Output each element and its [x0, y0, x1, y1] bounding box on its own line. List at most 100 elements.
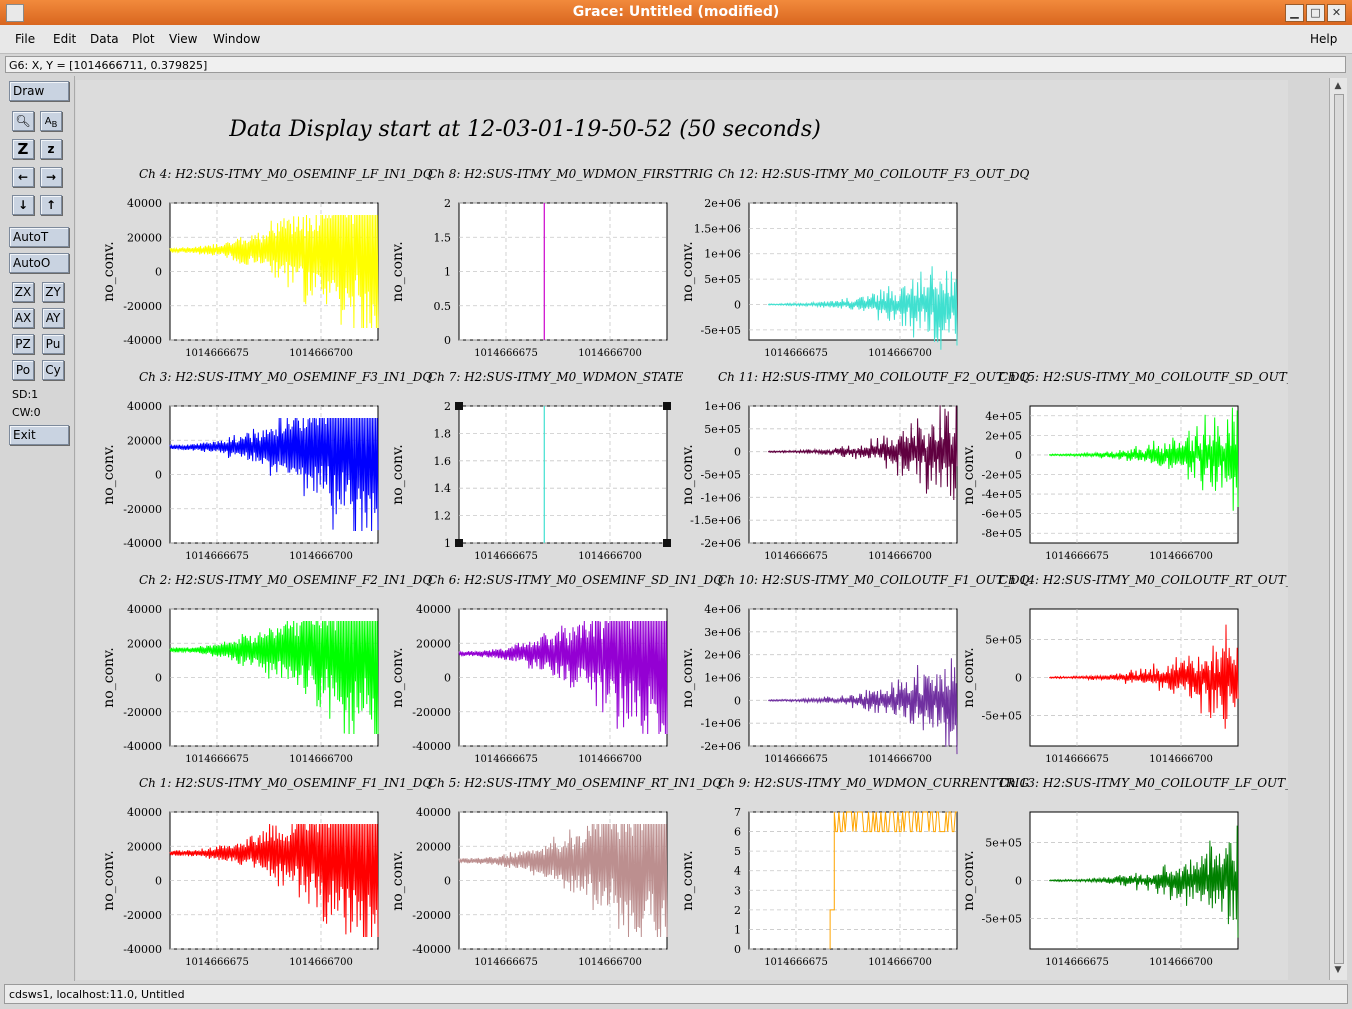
menu-help[interactable]: Help	[1310, 32, 1337, 46]
y-tick-label: 20000	[127, 840, 162, 853]
graph-frame[interactable]	[458, 405, 668, 544]
x-tick-label: 1014666700	[578, 551, 642, 562]
zx-button[interactable]: ZX	[12, 282, 34, 302]
selection-handle[interactable]	[455, 402, 463, 410]
scroll-track[interactable]	[1334, 94, 1344, 964]
menu-view[interactable]: View	[169, 32, 197, 46]
y-tick-label: 40000	[127, 806, 162, 819]
y-tick-label: 2e+06	[704, 649, 741, 662]
menubar: File Edit Data Plot View Window Help	[0, 25, 1352, 54]
y-tick-label: 0	[1015, 449, 1022, 462]
window-title: Grace: Untitled (modified)	[572, 4, 780, 20]
y-axis-label: no_conv.	[961, 444, 977, 504]
arrow-down-icon[interactable]: ↓	[12, 195, 34, 215]
graph-g11[interactable]: Ch 1: H2:SUS-ITMY_M0_OSEMINF_F1_IN1_DQ 40…	[101, 776, 432, 968]
graph-g13[interactable]: Ch 9: H2:SUS-ITMY_M0_WDMON_CURRENTTRIG 7 6…	[680, 776, 1029, 968]
vertical-scrollbar[interactable]: ▲ ▼	[1329, 78, 1347, 980]
zoom-z-icon[interactable]: Z	[12, 139, 34, 159]
graph-title: Ch 3: H2:SUS-ITMY_M0_OSEMINF_F3_IN1_DQ	[139, 370, 432, 384]
ax-button[interactable]: AX	[12, 308, 34, 328]
y-tick-label: 1.5e+06	[694, 222, 741, 235]
y-tick-label: 1	[734, 923, 741, 936]
draw-button[interactable]: Draw	[9, 81, 69, 101]
y-tick-label: 5e+05	[985, 836, 1022, 849]
window-titlebar[interactable]: Grace: Untitled (modified) ▁ □ ✕	[0, 0, 1352, 25]
y-tick-label: 20000	[127, 231, 162, 244]
close-icon[interactable]: ✕	[1327, 4, 1346, 22]
graph-g7[interactable]: Ch 2: H2:SUS-ITMY_M0_OSEMINF_F2_IN1_DQ 40…	[101, 573, 432, 765]
pz-button[interactable]: PZ	[12, 334, 34, 354]
autot-button[interactable]: AutoT	[9, 227, 69, 247]
selection-handle[interactable]	[663, 402, 671, 410]
arrow-left-icon[interactable]: ←	[12, 167, 34, 187]
y-axis-label: no_conv.	[390, 444, 406, 504]
arrow-right-icon[interactable]: →	[40, 167, 62, 187]
y-tick-label: -6e+05	[982, 508, 1022, 521]
graph-g5[interactable]: Ch 11: H2:SUS-ITMY_M0_COILOUTF_F2_OUT_DQ…	[680, 370, 1029, 562]
scroll-up-icon[interactable]: ▲	[1332, 80, 1344, 92]
menu-plot[interactable]: Plot	[132, 32, 155, 46]
y-tick-label: 40000	[127, 603, 162, 616]
magnifier-icon[interactable]: 🔍︎	[12, 111, 34, 131]
menu-edit[interactable]: Edit	[53, 32, 76, 46]
menu-file[interactable]: File	[15, 32, 35, 46]
y-tick-label: 5e+05	[704, 423, 741, 436]
scroll-thumb[interactable]	[1335, 95, 1343, 963]
y-tick-label: -20000	[123, 300, 162, 313]
plot-svg[interactable]: Data Display start at 12-03-01-19-50-52 …	[76, 80, 1312, 980]
graph-title: Ch 9: H2:SUS-ITMY_M0_WDMON_CURRENTTRIG	[718, 776, 1029, 790]
graph-g4[interactable]: Ch 7: H2:SUS-ITMY_M0_WDMON_STATE 2 1.8 1.6 1…	[390, 370, 683, 562]
autoo-button[interactable]: AutoO	[9, 253, 69, 273]
plot-canvas[interactable]: Data Display start at 12-03-01-19-50-52 …	[76, 80, 1312, 980]
graph-frame[interactable]	[748, 202, 958, 341]
graph-frame[interactable]	[748, 811, 958, 950]
zoom-small-z-icon[interactable]: z	[40, 139, 62, 159]
main-title: Data Display start at 12-03-01-19-50-52 …	[228, 117, 821, 142]
minimize-icon[interactable]: ▁	[1285, 4, 1304, 22]
y-tick-label: 1e+06	[704, 248, 741, 261]
po-button[interactable]: Po	[12, 360, 34, 380]
arrow-up-icon[interactable]: ↑	[40, 195, 62, 215]
scroll-down-icon[interactable]: ▼	[1332, 964, 1344, 976]
y-tick-label: -40000	[123, 943, 162, 956]
cy-button[interactable]: Cy	[42, 360, 64, 380]
y-tick-label: -40000	[412, 943, 451, 956]
graph-title: Ch 6: H2:SUS-ITMY_M0_OSEMINF_SD_IN1_DQ	[428, 573, 723, 587]
graph-g1[interactable]: Ch 8: H2:SUS-ITMY_M0_WDMON_FIRSTTRIG 2 1.5…	[390, 167, 713, 359]
y-tick-label: 40000	[416, 603, 451, 616]
x-tick-label: 1014666700	[578, 754, 642, 765]
selection-handle[interactable]	[663, 539, 671, 547]
selection-handle[interactable]	[455, 539, 463, 547]
graph-g0[interactable]: Ch 4: H2:SUS-ITMY_M0_OSEMINF_LF_IN1_DQ 40…	[101, 167, 433, 359]
graph-g10[interactable]: Ch 14: H2:SUS-ITMY_M0_COILOUTF_RT_OUT_DQ…	[961, 573, 1311, 765]
pu-button[interactable]: Pu	[42, 334, 64, 354]
y-tick-label: -20000	[123, 909, 162, 922]
x-tick-label: 1014666675	[474, 551, 538, 562]
maximize-icon[interactable]: □	[1306, 4, 1325, 22]
graph-title: Ch 12: H2:SUS-ITMY_M0_COILOUTF_F3_OUT_DQ	[718, 167, 1029, 181]
graph-g2[interactable]: Ch 12: H2:SUS-ITMY_M0_COILOUTF_F3_OUT_DQ…	[680, 167, 1029, 359]
graph-g12[interactable]: Ch 5: H2:SUS-ITMY_M0_OSEMINF_RT_IN1_DQ 40…	[390, 776, 722, 968]
y-tick-label: 0	[734, 943, 741, 956]
x-tick-label: 1014666675	[185, 754, 249, 765]
y-tick-label: 0	[734, 446, 741, 459]
graph-g9[interactable]: Ch 10: H2:SUS-ITMY_M0_COILOUTF_F1_OUT_DQ…	[680, 573, 1029, 765]
y-tick-label: 20000	[416, 840, 451, 853]
graph-g8[interactable]: Ch 6: H2:SUS-ITMY_M0_OSEMINF_SD_IN1_DQ 40…	[390, 573, 723, 765]
y-tick-label: 0	[155, 875, 162, 888]
zy-button[interactable]: ZY	[42, 282, 64, 302]
y-tick-label: 6	[734, 826, 741, 839]
graph-g14[interactable]: Ch 13: H2:SUS-ITMY_M0_COILOUTF_LF_OUT_DQ…	[961, 776, 1311, 968]
menu-data[interactable]: Data	[90, 32, 119, 46]
y-tick-label: 0	[444, 334, 451, 347]
text-icon[interactable]: AB	[40, 111, 62, 131]
graph-g3[interactable]: Ch 3: H2:SUS-ITMY_M0_OSEMINF_F3_IN1_DQ 40…	[101, 370, 432, 562]
menu-window[interactable]: Window	[213, 32, 260, 46]
ay-button[interactable]: AY	[42, 308, 64, 328]
graph-g6[interactable]: Ch 15: H2:SUS-ITMY_M0_COILOUTF_SD_OUT_DQ…	[961, 370, 1312, 562]
y-tick-label: 1e+06	[704, 400, 741, 413]
x-tick-label: 1014666675	[185, 551, 249, 562]
exit-button[interactable]: Exit	[9, 425, 69, 445]
y-tick-label: -4e+05	[982, 488, 1022, 501]
graph-title: Ch 11: H2:SUS-ITMY_M0_COILOUTF_F2_OUT_DQ	[718, 370, 1029, 384]
